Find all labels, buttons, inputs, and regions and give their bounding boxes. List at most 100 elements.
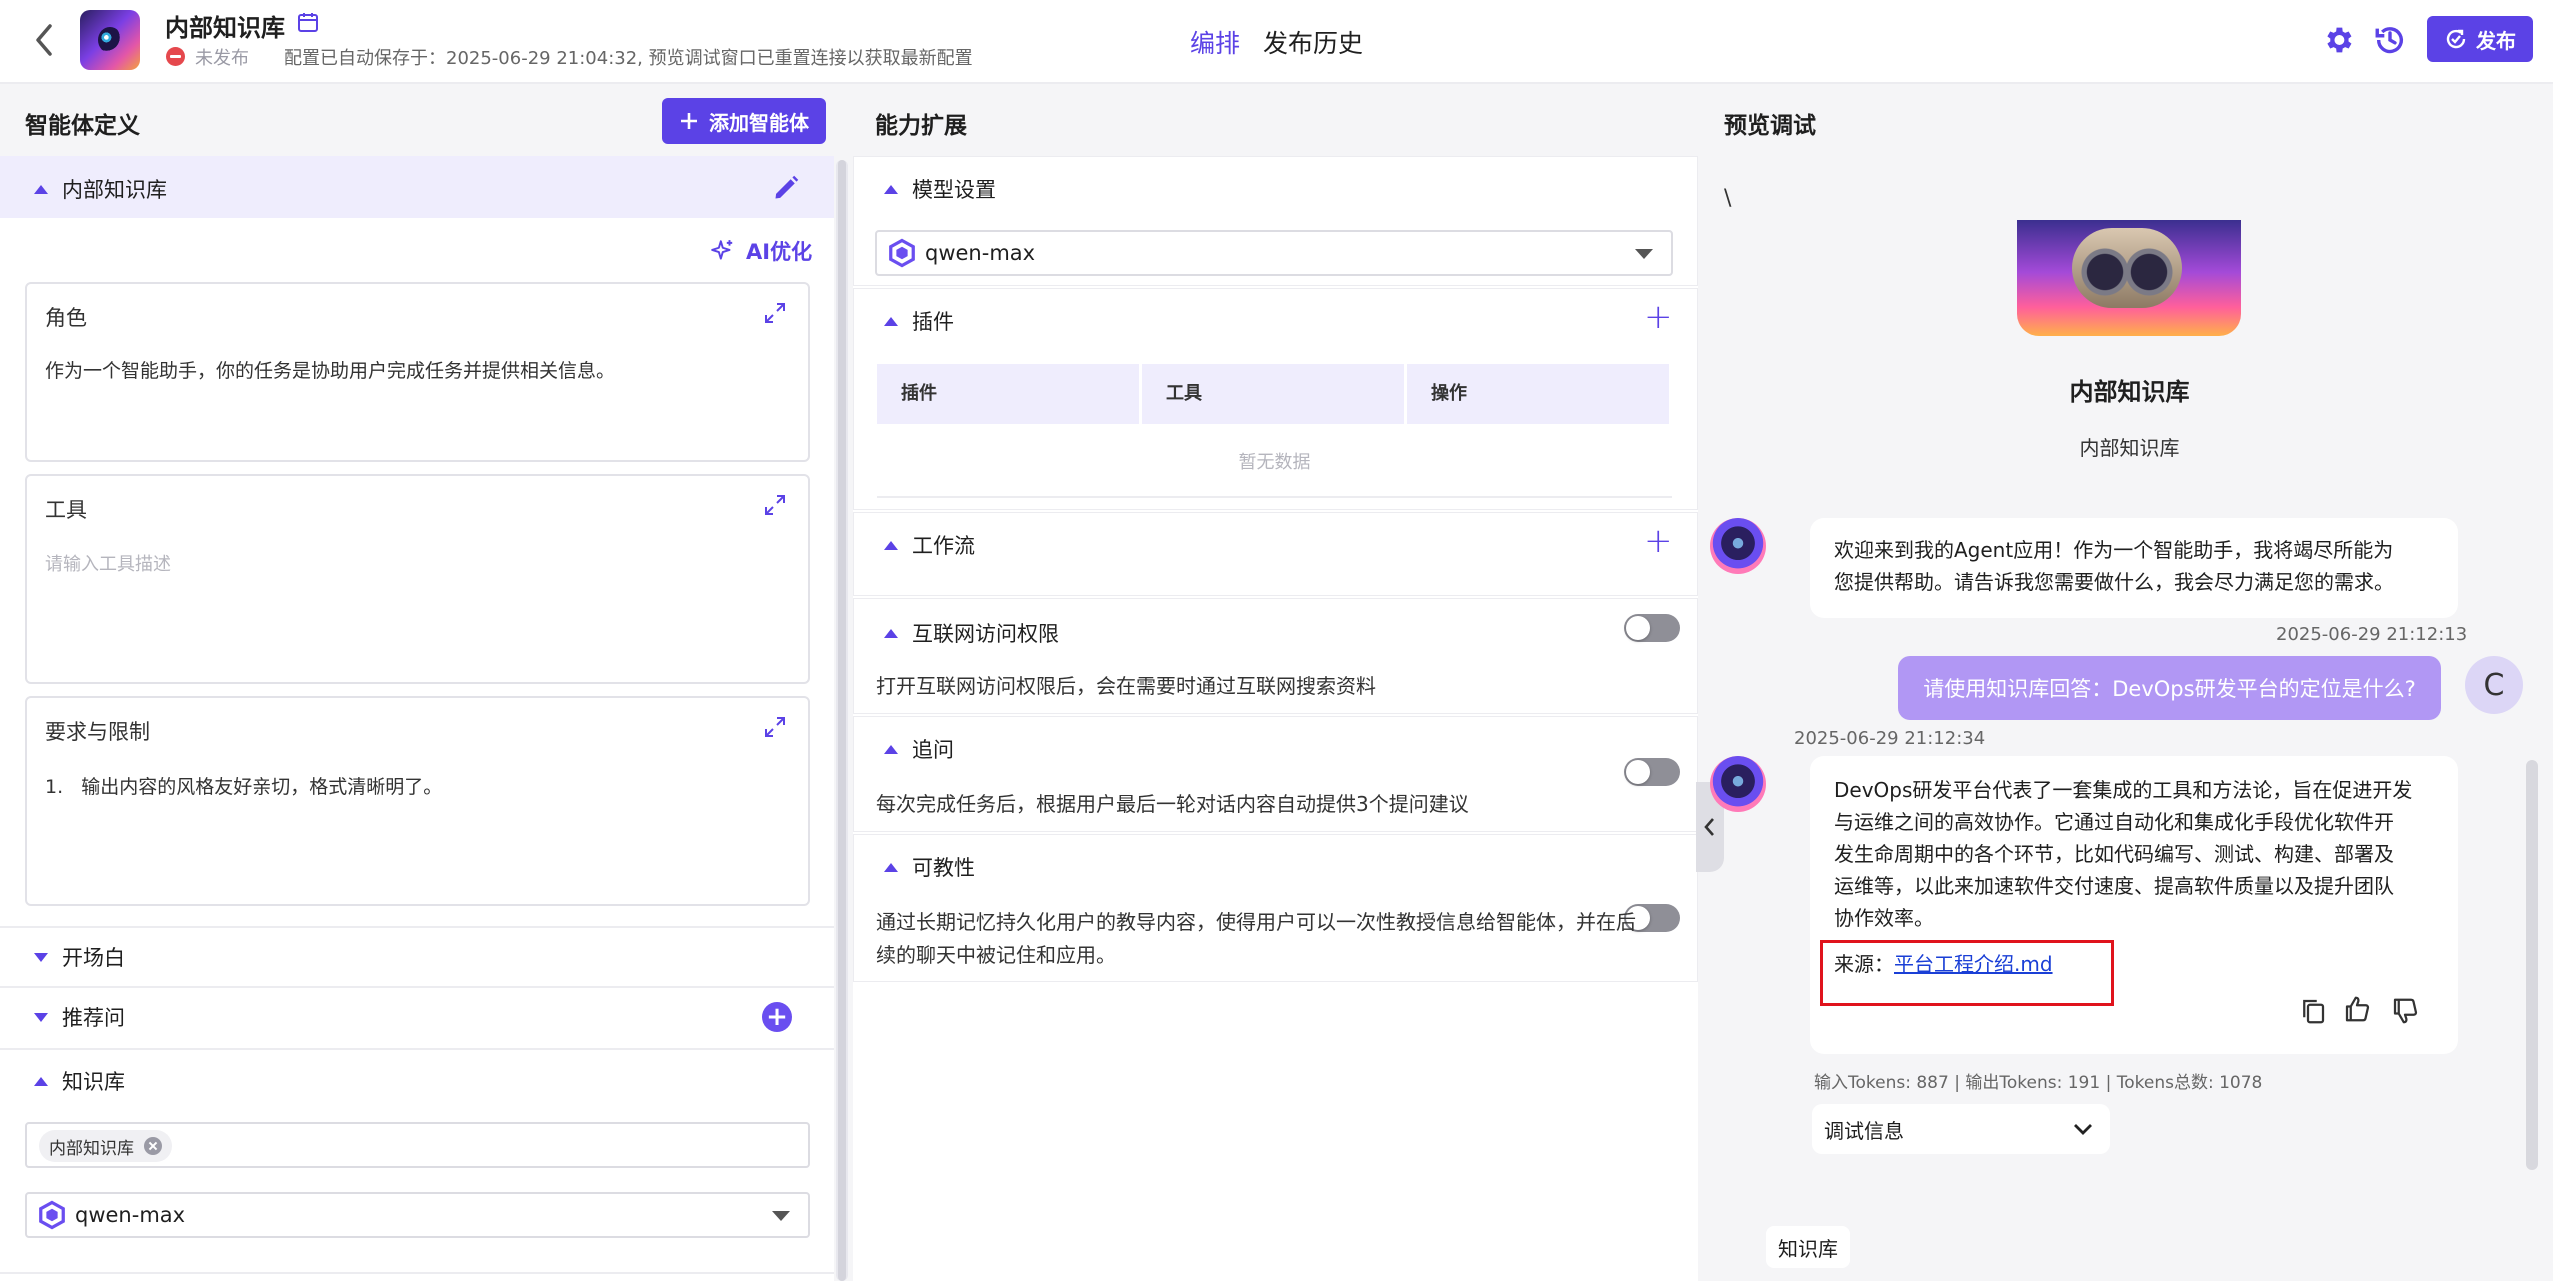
tools-input[interactable]: 请输入工具描述 [45, 550, 171, 576]
tokens-in: 输入Tokens: 887 [1814, 1073, 1949, 1093]
model-settings-row[interactable]: 模型设置 [884, 174, 996, 204]
model-settings-label: 模型设置 [912, 178, 996, 202]
publish-button[interactable]: 发布 [2427, 16, 2533, 62]
app-avatar [80, 10, 140, 70]
tab-publish-history[interactable]: 发布历史 [1263, 24, 1363, 60]
divider [0, 926, 834, 928]
kb-tag[interactable]: 知识库 [1766, 1226, 1850, 1268]
workflow-row[interactable]: 工作流 [884, 530, 975, 560]
expand-icon[interactable] [764, 302, 786, 324]
role-card[interactable]: 角色 作为一个智能助手，你的任务是协助用户完成任务并提供相关信息。 [25, 282, 810, 462]
knowledge-select[interactable]: 内部知识库 [25, 1122, 810, 1168]
bot-avatar [1710, 756, 1766, 812]
role-content[interactable]: 作为一个智能助手，你的任务是协助用户完成任务并提供相关信息。 [45, 356, 615, 383]
thumb-down-icon[interactable] [2390, 996, 2420, 1026]
collapse-up-icon [884, 862, 898, 872]
divider [0, 986, 834, 988]
history-button[interactable] [2372, 22, 2408, 58]
sparkle-icon [711, 240, 733, 260]
debug-info-toggle[interactable]: 调试信息 [1812, 1104, 2110, 1154]
capability-title: 能力扩展 [875, 113, 967, 139]
col-plugin: 插件 [877, 364, 1142, 424]
expand-icon[interactable] [764, 494, 786, 516]
kb-chip[interactable]: 内部知识库 [39, 1130, 172, 1162]
user-bubble: 请使用知识库回答：DevOps研发平台的定位是什么? [1898, 656, 2441, 720]
requirement-number: 1. [45, 776, 64, 798]
autosave-text: 配置已自动保存于：2025-06-29 21:04:32, 预览调试窗口已重置连… [284, 48, 973, 69]
knowledge-row[interactable]: 知识库 [34, 1066, 125, 1096]
left-model-select[interactable]: qwen-max [25, 1192, 810, 1238]
ai-optimize-button[interactable]: AI优化 [710, 236, 812, 266]
add-agent-button[interactable]: 添加智能体 [662, 98, 826, 144]
expand-icon[interactable] [764, 716, 786, 738]
collapse-up-icon [884, 540, 898, 550]
token-stats: 输入Tokens: 887 | 输出Tokens: 191 | Tokens总数… [1814, 1073, 2263, 1093]
tools-card[interactable]: 工具 请输入工具描述 [25, 474, 810, 684]
welcome-line1: 欢迎来到我的Agent应用！作为一个智能助手，我将竭尽所能为 [1834, 538, 2394, 562]
back-button[interactable] [28, 20, 60, 60]
edit-icon[interactable] [772, 174, 800, 202]
suggested-row[interactable]: 推荐问 [34, 1002, 125, 1032]
suggested-label: 推荐问 [62, 1006, 125, 1030]
add-workflow-button[interactable]: + [1644, 524, 1673, 558]
internet-label: 互联网访问权限 [912, 622, 1059, 646]
left-scrollbar[interactable] [836, 160, 848, 1281]
collapse-down-icon [34, 952, 48, 962]
requirements-content[interactable]: 1. 输出内容的风格友好亲切，格式清晰明了。 [45, 772, 442, 799]
tools-title: 工具 [45, 498, 87, 522]
calendar-icon[interactable] [296, 10, 320, 34]
agent-name: 内部知识库 [62, 178, 167, 202]
teachable-desc-line2: 续的聊天中被记住和应用。 [876, 943, 1116, 967]
agent-hero-image [2017, 220, 2241, 336]
top-header: 内部知识库 未发布 配置已自动保存于：2025-06-29 21:04:32, … [0, 0, 2553, 84]
thumb-up-icon[interactable] [2342, 994, 2372, 1024]
followup-row[interactable]: 追问 [884, 734, 954, 764]
chevron-down-icon [1635, 249, 1653, 259]
requirements-card[interactable]: 要求与限制 1. 输出内容的风格友好亲切，格式清晰明了。 [25, 696, 810, 906]
teachable-label: 可教性 [912, 856, 975, 880]
collapse-down-icon [34, 1012, 48, 1022]
ai-optimize-label: AI优化 [746, 240, 813, 264]
workflow-block [853, 512, 1698, 596]
agent-name-row[interactable]: 内部知识库 [34, 174, 167, 204]
collapse-up-icon [884, 184, 898, 194]
stray-char: \ [1724, 186, 1732, 211]
internet-toggle[interactable] [1624, 614, 1680, 642]
opening-label: 开场白 [62, 946, 125, 970]
preview-title: 预览调试 [1724, 113, 1816, 139]
divider [877, 496, 1672, 498]
status-text: 未发布 [195, 48, 249, 69]
opening-row[interactable]: 开场白 [34, 942, 125, 972]
settings-button[interactable] [2320, 22, 2356, 58]
preview-scrollbar[interactable] [2526, 760, 2538, 1170]
debug-info-label: 调试信息 [1824, 1118, 1904, 1143]
followup-toggle[interactable] [1624, 758, 1680, 786]
preview-agent-name: 内部知识库 [2069, 378, 2190, 406]
followup-desc: 每次完成任务后，根据用户最后一轮对话内容自动提供3个提问建议 [876, 792, 1469, 816]
add-suggested-button[interactable]: + [762, 1002, 792, 1032]
publish-icon [2446, 29, 2466, 49]
col-tool: 工具 [1142, 364, 1407, 424]
collapse-up-icon [884, 316, 898, 326]
chevron-down-icon [2074, 1124, 2092, 1135]
settings-icon [2327, 27, 2352, 53]
collapse-up-icon [884, 744, 898, 754]
copy-icon[interactable] [2298, 996, 2328, 1026]
mid-model-name: qwen-max [925, 241, 1036, 265]
user-timestamp: 2025-06-29 21:12:13 [2276, 624, 2468, 645]
teachable-desc-line1: 通过长期记忆持久化用户的教导内容，使得用户可以一次性教授信息给智能体，并在后 [876, 910, 1636, 934]
app-title: 内部知识库 [165, 14, 285, 42]
add-plugin-button[interactable]: + [1644, 300, 1673, 334]
close-icon[interactable] [144, 1137, 162, 1155]
welcome-bubble: 欢迎来到我的Agent应用！作为一个智能助手，我将竭尽所能为 您提供帮助。请告诉… [1810, 518, 2458, 618]
welcome-line2: 您提供帮助。请告诉我您需要做什么，我会尽力满足您的需求。 [1834, 570, 2394, 594]
teachable-row[interactable]: 可教性 [884, 852, 975, 882]
tab-orchestrate[interactable]: 编排 [1190, 24, 1240, 60]
mid-model-select[interactable]: qwen-max [875, 230, 1673, 276]
internet-row[interactable]: 互联网访问权限 [884, 618, 1059, 648]
model-logo-icon [39, 1200, 65, 1230]
plugins-table-header: 插件 工具 操作 [877, 364, 1672, 424]
plugins-row[interactable]: 插件 [884, 306, 954, 336]
plugins-label: 插件 [912, 310, 954, 334]
add-agent-label: 添加智能体 [709, 110, 809, 135]
